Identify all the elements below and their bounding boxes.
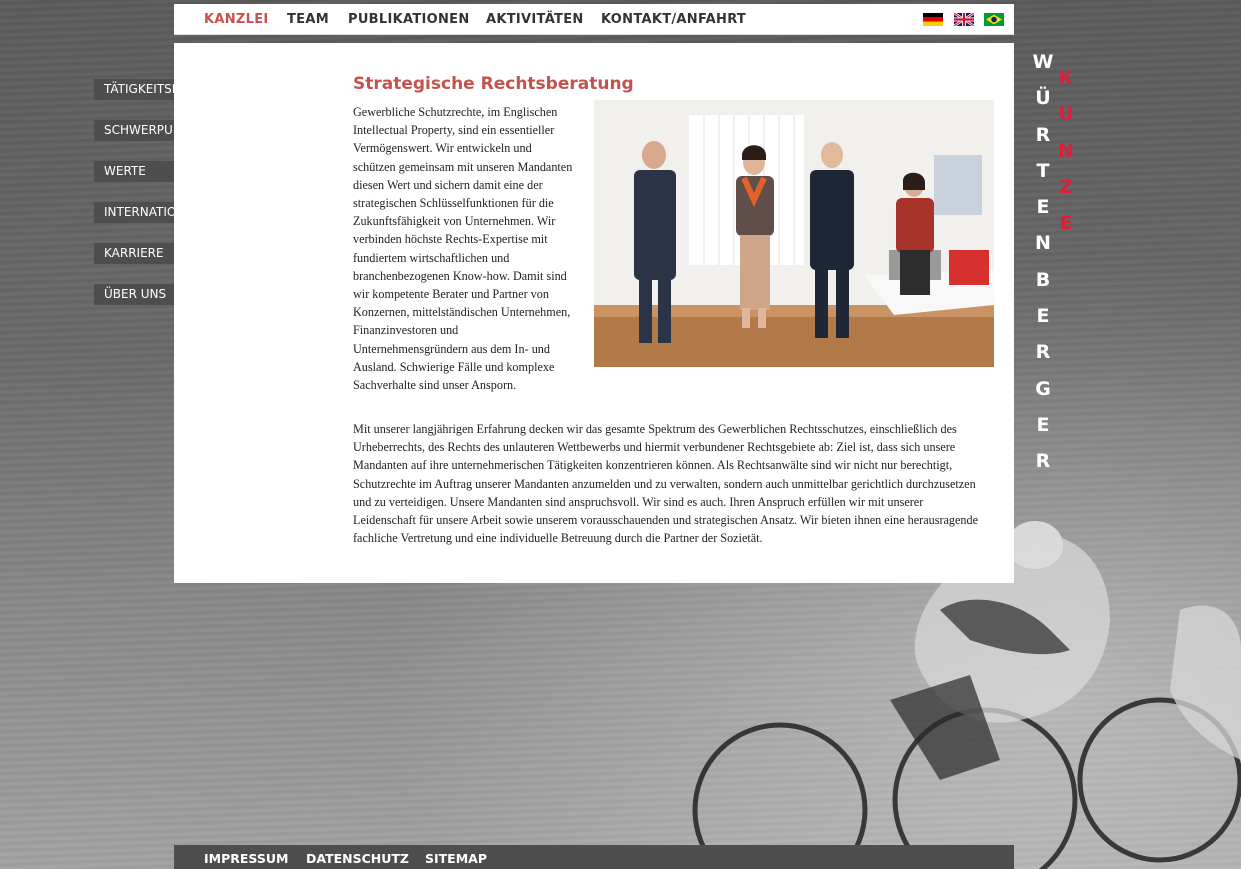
german-flag-icon[interactable] [923, 13, 943, 26]
footer-bar: IMPRESSUM DATENSCHUTZ SITEMAP [174, 845, 1014, 869]
footer-sitemap-link[interactable]: SITEMAP [425, 851, 487, 866]
body-paragraph: Mit unserer langjährigen Erfahrung decke… [353, 422, 979, 546]
footer-impressum-link[interactable]: IMPRESSUM [204, 851, 288, 866]
brazil-flag-icon[interactable] [984, 13, 1004, 26]
top-navigation: KANZLEI TEAM PUBLIKATIONEN AKTIVITÄTEN K… [174, 4, 1014, 35]
nav-aktivitaeten[interactable]: AKTIVITÄTEN [486, 12, 584, 27]
brand-logo-kunze: K U N Z E [1058, 67, 1074, 235]
intro-paragraph: Gewerbliche Schutzrechte, im Englischen … [353, 105, 573, 393]
nav-team[interactable]: TEAM [287, 12, 329, 27]
nav-publikationen[interactable]: PUBLIKATIONEN [348, 12, 470, 27]
footer-datenschutz-link[interactable]: DATENSCHUTZ [306, 851, 409, 866]
page-title: Strategische Rechtsberatung [353, 74, 634, 94]
nav-kontakt-anfahrt[interactable]: KONTAKT/ANFAHRT [601, 12, 746, 27]
main-content: Strategische Rechtsberatung Gewerbliche … [174, 43, 1014, 583]
team-photo [594, 100, 994, 367]
uk-flag-icon[interactable] [954, 13, 974, 26]
nav-kanzlei[interactable]: KANZLEI [204, 12, 269, 27]
